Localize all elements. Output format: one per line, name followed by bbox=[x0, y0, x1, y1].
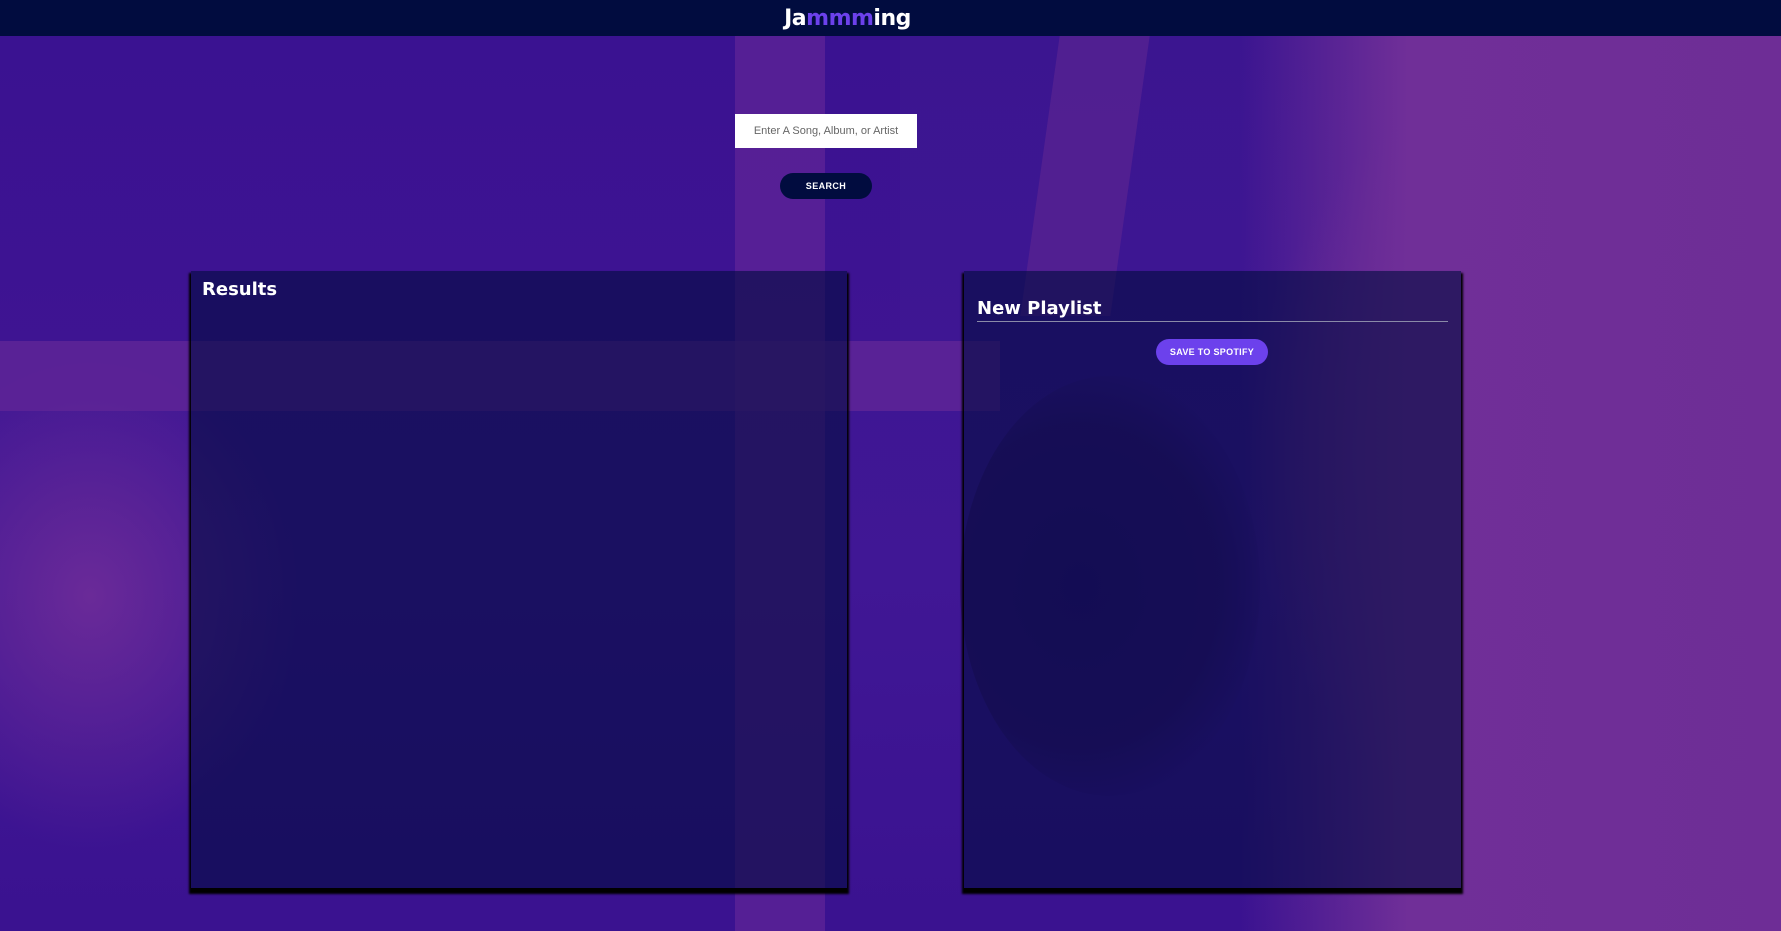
search-button[interactable]: SEARCH bbox=[780, 173, 872, 199]
app-header: Jammming bbox=[0, 0, 1781, 36]
results-title: Results bbox=[202, 279, 278, 300]
results-panel: Results bbox=[191, 271, 847, 888]
playlist-name-input[interactable] bbox=[977, 298, 1448, 322]
save-to-spotify-button[interactable]: SAVE TO SPOTIFY bbox=[1156, 339, 1268, 365]
app-logo: Jammming bbox=[784, 5, 911, 31]
playlist-panel: SAVE TO SPOTIFY bbox=[964, 271, 1461, 888]
search-input[interactable] bbox=[735, 114, 917, 148]
